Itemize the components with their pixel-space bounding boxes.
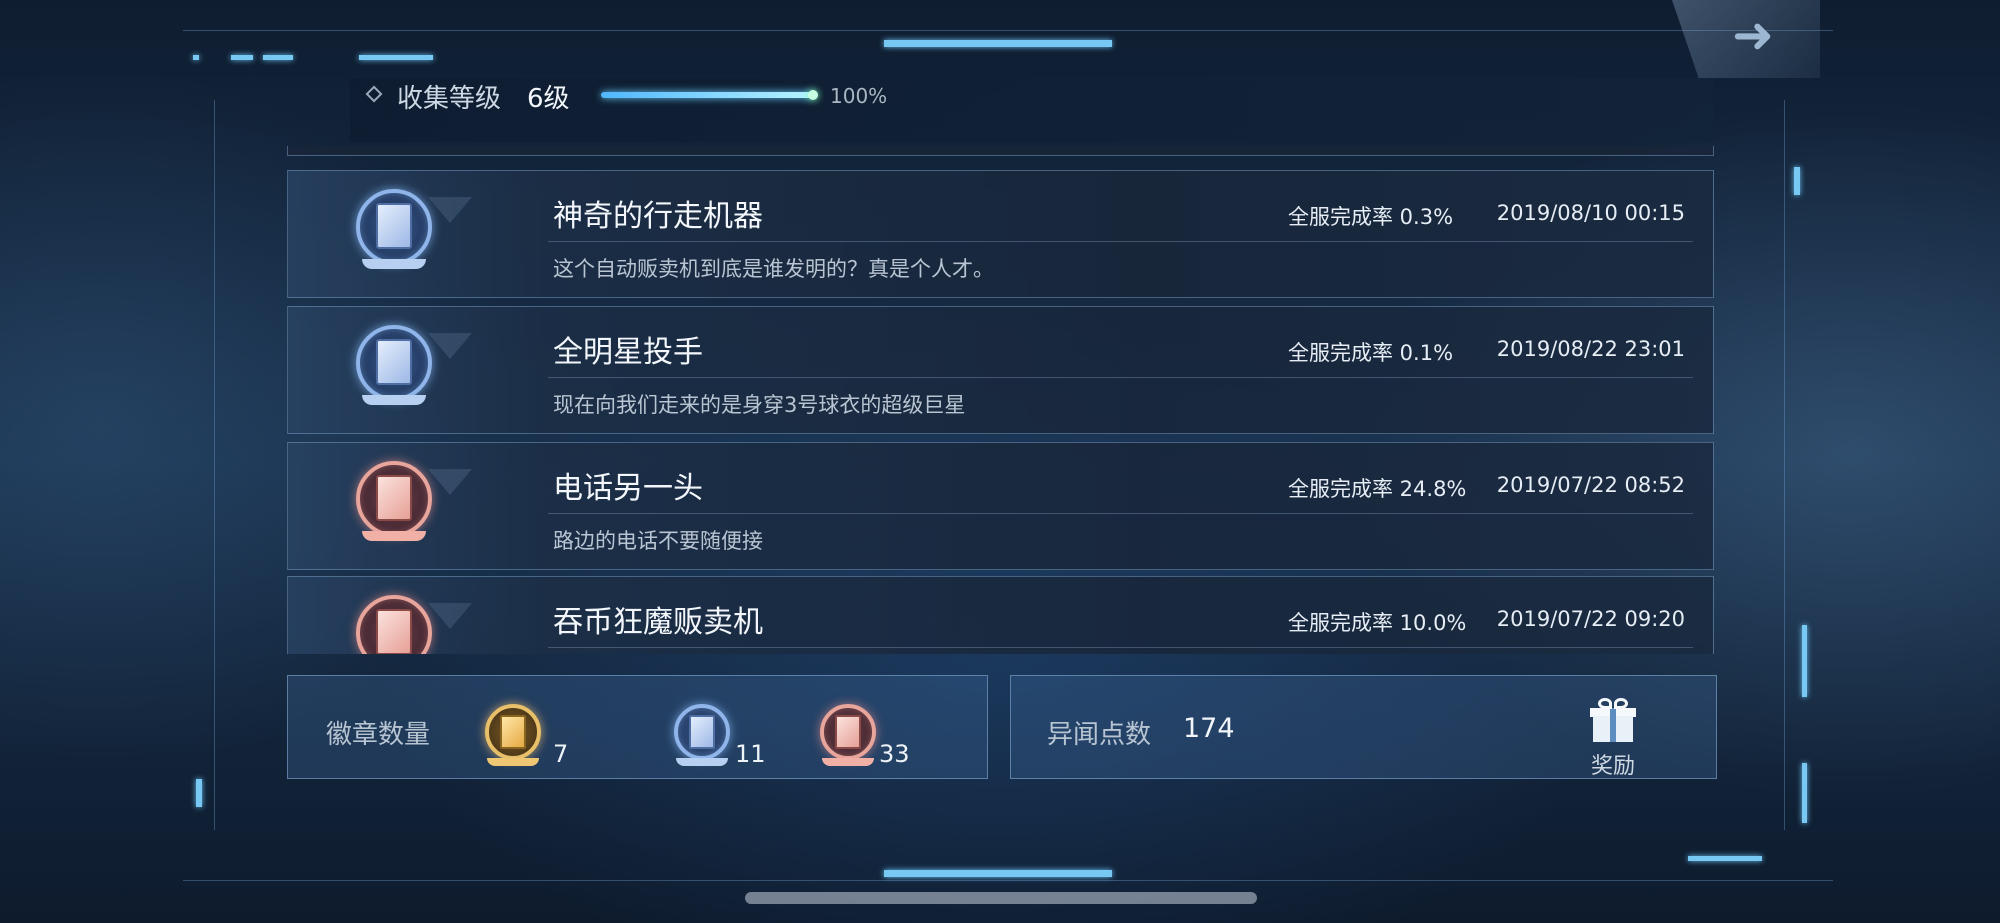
top-accent-bar xyxy=(884,40,1112,47)
blue-badge-count: 11 xyxy=(735,740,766,768)
achievement-card[interactable]: 电话另一头 全服完成率 24.8% 2019/07/22 08:52 路边的电话… xyxy=(287,442,1714,570)
triangle-icon xyxy=(428,469,472,495)
achievement-description: 路边的电话不要随便接 xyxy=(553,529,763,553)
achievement-date: 2019/08/10 00:15 xyxy=(1496,201,1685,225)
gold-badge-count: 7 xyxy=(553,740,569,768)
blue-badge-icon xyxy=(668,700,738,770)
frame-bottom-line xyxy=(183,880,1833,881)
achievement-title: 吞币狂魔贩卖机 xyxy=(553,605,763,640)
side-mark xyxy=(1802,625,1807,697)
corner-mark xyxy=(231,55,253,60)
arrow-right-icon: ➜ xyxy=(1732,6,1774,64)
progress-end-dot xyxy=(808,90,818,100)
achievement-completion-rate: 全服完成率 10.0% xyxy=(1288,611,1467,635)
achievement-list[interactable]: 神奇的行走机器 全服完成率 0.3% 2019/08/10 00:15 这个自动… xyxy=(287,146,1714,654)
bottom-accent-bar xyxy=(884,870,1112,877)
divider xyxy=(548,647,1693,648)
triangle-icon xyxy=(428,333,472,359)
collection-level-value: 6级 xyxy=(527,84,570,114)
next-page-button[interactable]: ➜ xyxy=(1672,0,1820,78)
gold-badge-icon xyxy=(479,700,549,770)
corner-mark xyxy=(1688,856,1762,861)
red-badge-icon xyxy=(814,700,884,770)
red-badge-icon xyxy=(348,591,440,654)
achievement-card[interactable]: 神奇的行走机器 全服完成率 0.3% 2019/08/10 00:15 这个自动… xyxy=(287,170,1714,298)
points-value: 174 xyxy=(1183,713,1235,744)
divider xyxy=(548,241,1693,242)
badge-count-label: 徽章数量 xyxy=(326,720,431,750)
triangle-icon xyxy=(428,197,472,223)
level-progress-text: 100% xyxy=(830,84,888,108)
corner-mark xyxy=(359,55,433,60)
divider xyxy=(548,377,1693,378)
blue-badge-icon xyxy=(348,185,440,277)
achievement-date: 2019/07/22 09:20 xyxy=(1496,607,1685,631)
gift-icon[interactable] xyxy=(1590,698,1636,744)
achievement-completion-rate: 全服完成率 24.8% xyxy=(1288,477,1467,501)
triangle-icon xyxy=(428,603,472,629)
partial-card-above xyxy=(287,146,1714,156)
achievement-completion-rate: 全服完成率 0.3% xyxy=(1288,205,1454,229)
achievement-card[interactable]: 吞币狂魔贩卖机 全服完成率 10.0% 2019/07/22 09:20 xyxy=(287,576,1714,654)
side-mark xyxy=(1794,167,1800,195)
collection-level-label: 收集等级 xyxy=(397,84,502,114)
divider xyxy=(548,513,1693,514)
home-indicator[interactable] xyxy=(745,892,1257,904)
achievement-date: 2019/07/22 08:52 xyxy=(1496,473,1685,497)
achievement-description: 现在向我们走来的是身穿3号球衣的超级巨星 xyxy=(553,393,966,417)
achievement-completion-rate: 全服完成率 0.1% xyxy=(1288,341,1454,365)
level-progress-fill xyxy=(601,90,818,100)
level-progress-bar xyxy=(601,90,818,100)
frame-top-line xyxy=(183,30,1833,31)
achievement-card[interactable]: 全明星投手 全服完成率 0.1% 2019/08/22 23:01 现在向我们走… xyxy=(287,306,1714,434)
blue-badge-icon xyxy=(348,321,440,413)
frame-right-line xyxy=(1784,100,1785,830)
side-mark xyxy=(1802,763,1807,823)
achievement-title: 神奇的行走机器 xyxy=(553,199,763,234)
achievement-description: 这个自动贩卖机到底是谁发明的？真是个人才。 xyxy=(553,257,994,281)
frame-left-line xyxy=(214,100,215,830)
corner-mark xyxy=(263,55,293,60)
red-badge-count: 33 xyxy=(879,740,910,768)
achievement-date: 2019/08/22 23:01 xyxy=(1496,337,1685,361)
reward-button-label[interactable]: 奖励 xyxy=(1591,748,1635,780)
achievement-title: 电话另一头 xyxy=(553,471,703,506)
side-mark xyxy=(196,779,202,807)
red-badge-icon xyxy=(348,457,440,549)
points-label: 异闻点数 xyxy=(1047,720,1152,750)
achievement-title: 全明星投手 xyxy=(553,335,703,370)
corner-mark xyxy=(193,55,199,60)
